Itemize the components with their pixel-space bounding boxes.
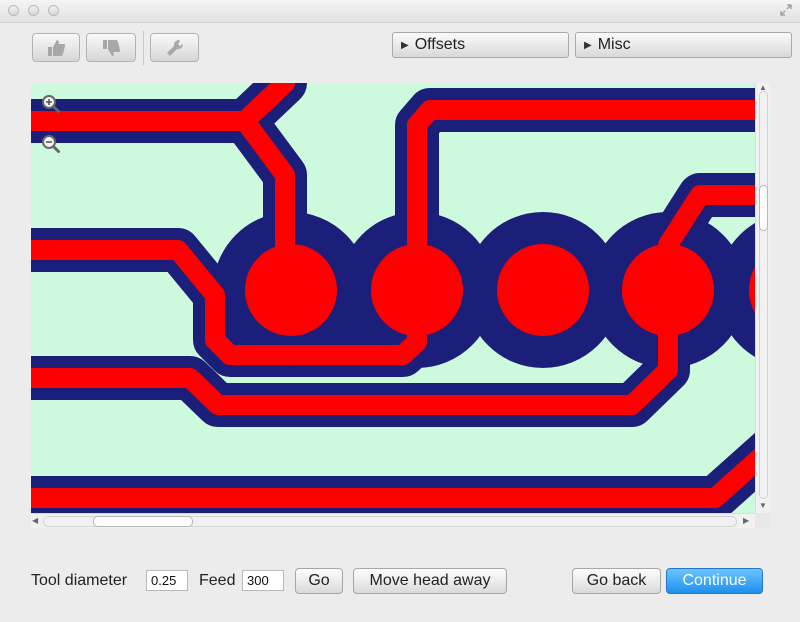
- scroll-left-arrow-icon[interactable]: ◀: [32, 516, 38, 525]
- pad: [622, 244, 714, 336]
- wrench-icon: [166, 39, 183, 56]
- horizontal-scroll-thumb[interactable]: [93, 516, 193, 527]
- toolpath-preview[interactable]: [31, 83, 755, 513]
- scroll-down-arrow-icon[interactable]: ▼: [759, 501, 767, 510]
- thumbs-up-icon: [48, 39, 66, 56]
- zoom-in-icon[interactable]: [40, 93, 62, 115]
- tool-diameter-label: Tool diameter: [31, 572, 128, 589]
- close-window-button[interactable]: [8, 5, 19, 16]
- title-bar: [0, 0, 800, 23]
- feed-label: Feed: [199, 572, 236, 589]
- horizontal-scrollbar[interactable]: ◀ ▶: [31, 513, 755, 528]
- move-head-away-button[interactable]: Move head away: [353, 568, 507, 594]
- vertical-scroll-track[interactable]: [759, 91, 768, 499]
- tool-diameter-input[interactable]: [146, 570, 188, 591]
- toolbar-separator: [143, 31, 144, 65]
- minimize-window-button[interactable]: [28, 5, 39, 16]
- misc-dropdown-label: Misc: [597, 36, 631, 53]
- go-button[interactable]: Go: [295, 568, 343, 594]
- disclosure-triangle-icon: ▶: [584, 39, 592, 51]
- offsets-dropdown-label: Offsets: [414, 36, 466, 53]
- zoom-window-button[interactable]: [48, 5, 59, 16]
- trace: [31, 448, 755, 508]
- vertical-scroll-thumb[interactable]: [759, 185, 768, 231]
- pcb-toolpath-canvas: [31, 83, 755, 513]
- scroll-corner: [755, 513, 770, 528]
- thumbs-down-icon: [103, 39, 121, 56]
- pad: [497, 244, 589, 336]
- misc-dropdown[interactable]: ▶ Misc: [575, 32, 792, 58]
- offsets-dropdown[interactable]: ▶ Offsets: [392, 32, 569, 58]
- thumbs-down-button[interactable]: [86, 33, 136, 62]
- pad: [245, 244, 337, 336]
- settings-button[interactable]: [150, 33, 199, 62]
- zoom-out-icon[interactable]: [40, 133, 62, 155]
- thumbs-up-button[interactable]: [32, 33, 80, 62]
- go-back-button[interactable]: Go back: [572, 568, 661, 594]
- feed-input[interactable]: [242, 570, 284, 591]
- disclosure-triangle-icon: ▶: [401, 39, 409, 51]
- fullscreen-icon[interactable]: [780, 4, 792, 16]
- scroll-right-arrow-icon[interactable]: ▶: [743, 516, 749, 525]
- pad: [371, 244, 463, 336]
- vertical-scrollbar[interactable]: ▲ ▼: [755, 83, 770, 513]
- continue-button[interactable]: Continue: [666, 568, 763, 594]
